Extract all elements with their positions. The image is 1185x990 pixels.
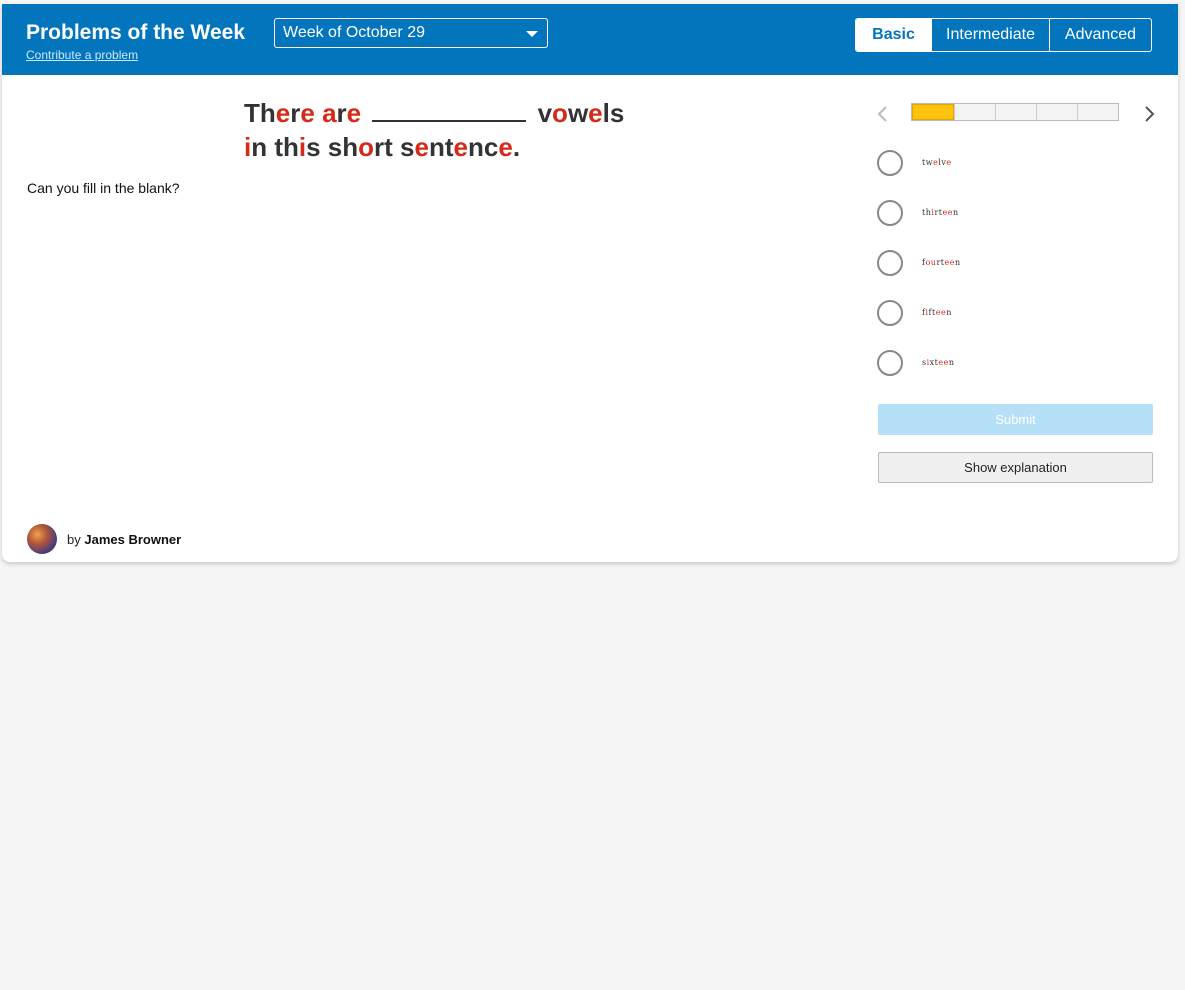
vowel-text: e	[346, 98, 362, 128]
vowel-text: ee	[942, 208, 953, 217]
answer-choice[interactable]: twelve	[877, 150, 1127, 180]
answer-choice[interactable]: thirteen	[877, 200, 1127, 230]
question-fragment: r	[290, 98, 301, 128]
question-fragment: Th	[244, 98, 276, 128]
question-fragment: w	[567, 98, 589, 128]
author-name[interactable]: James Browner	[84, 532, 181, 547]
answer-choice[interactable]: fourteen	[877, 250, 1127, 280]
radio-button[interactable]	[877, 200, 903, 226]
progress-bar	[911, 103, 1119, 121]
choice-fragment: th	[922, 208, 932, 217]
choice-fragment: tw	[922, 158, 934, 167]
progress-segment	[954, 104, 995, 120]
question-fragment: nc	[468, 132, 499, 162]
vowel-text: o	[358, 132, 375, 162]
answer-choice-label: sixteen	[922, 358, 955, 367]
choice-fragment: n	[954, 258, 961, 267]
answer-choice-label: twelve	[922, 158, 952, 167]
problem-card: Problems of the Week Contribute a proble…	[2, 4, 1178, 562]
vowel-text: ee	[944, 258, 955, 267]
question-fragment: ls	[602, 98, 625, 128]
answer-choice-label: fourteen	[922, 258, 961, 267]
vowel-text: a	[322, 98, 337, 128]
problem-prompt: Can you fill in the blank?	[27, 180, 180, 196]
vowel-text: ee	[935, 308, 947, 317]
author-credit: by James Browner	[67, 532, 181, 547]
progress-segment	[1036, 104, 1077, 120]
vowel-text: o	[552, 98, 568, 128]
tab-advanced[interactable]: Advanced	[1049, 19, 1151, 51]
page-title: Problems of the Week	[26, 21, 246, 44]
show-explanation-button[interactable]: Show explanation	[878, 452, 1153, 483]
choice-fragment: n	[952, 208, 959, 217]
vowel-text: ee	[938, 358, 949, 367]
chevron-right-icon[interactable]	[1140, 104, 1158, 124]
question-fragment: rt s	[374, 132, 415, 162]
submit-button[interactable]: Submit	[878, 404, 1153, 435]
caret-down-icon	[526, 31, 538, 37]
vowel-text: e	[498, 132, 513, 162]
chevron-left-icon[interactable]	[874, 104, 892, 124]
author-prefix: by	[67, 532, 81, 547]
difficulty-tabs: Basic Intermediate Advanced	[855, 18, 1152, 52]
radio-button[interactable]	[877, 150, 903, 176]
vowel-text: e	[300, 98, 315, 128]
choice-fragment: n	[946, 308, 952, 317]
vowel-text: e	[946, 158, 952, 167]
question-text: There are vowels in this short sentence.	[244, 96, 624, 164]
question-fragment: s sh	[306, 132, 359, 162]
week-select-value: Week of October 29	[283, 24, 425, 41]
choice-fragment: n	[948, 358, 955, 367]
answer-blank	[372, 96, 527, 122]
header-bar: Problems of the Week Contribute a proble…	[2, 4, 1178, 75]
answer-choice[interactable]: sixteen	[877, 350, 1127, 380]
choice-fragment: ft	[928, 308, 936, 317]
vowel-text: e	[453, 132, 468, 162]
tab-intermediate[interactable]: Intermediate	[931, 19, 1049, 51]
progress-segment	[912, 104, 954, 120]
question-fragment: r	[336, 98, 347, 128]
question-line-1: There are vowels	[244, 96, 624, 130]
question-fragment: v	[530, 98, 553, 128]
answer-choice-label: fifteen	[922, 308, 952, 317]
question-fragment: .	[512, 132, 521, 162]
question-fragment	[315, 98, 322, 128]
question-fragment: n th	[251, 132, 299, 162]
progress-segment	[1077, 104, 1118, 120]
vowel-text: e	[414, 132, 429, 162]
contribute-link[interactable]: Contribute a problem	[26, 48, 138, 62]
radio-button[interactable]	[877, 300, 903, 326]
question-fragment	[361, 98, 368, 128]
progress-segment	[995, 104, 1036, 120]
answer-choice[interactable]: fifteen	[877, 300, 1127, 330]
vowel-text: e	[275, 98, 291, 128]
avatar	[27, 524, 57, 554]
week-select[interactable]: Week of October 29	[274, 18, 548, 48]
tab-basic[interactable]: Basic	[856, 19, 931, 51]
question-fragment: nt	[428, 132, 454, 162]
vowel-text: ou	[925, 258, 937, 267]
answer-choice-label: thirteen	[922, 208, 959, 217]
vowel-text: e	[588, 98, 603, 128]
radio-button[interactable]	[877, 250, 903, 276]
question-line-2: in this short sentence.	[244, 130, 624, 164]
radio-button[interactable]	[877, 350, 903, 376]
